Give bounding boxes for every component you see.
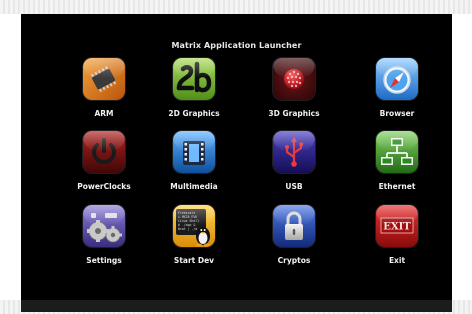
lock-icon — [273, 205, 315, 247]
app-label: Start Dev — [173, 256, 215, 265]
app-tile-cryptos[interactable]: Cryptos — [259, 205, 329, 275]
film-icon — [173, 131, 215, 173]
2d-graphics-icon — [173, 58, 215, 100]
terminal-line: Freescale — [178, 211, 195, 215]
terminal-line: #cat | ./a — [178, 227, 197, 231]
app-tile-usb[interactable]: USB — [259, 131, 329, 201]
app-tile-start-dev[interactable]: Freescale i.MX28 EVK Linux Shell # ./app… — [159, 205, 229, 275]
3d-sphere-icon — [273, 58, 315, 100]
app-tile-browser[interactable]: Browser — [362, 58, 432, 128]
app-tile-exit[interactable]: EXIT Exit — [362, 205, 432, 275]
terminal-line: i.MX28 EVK — [178, 215, 197, 219]
app-label: Browser — [379, 109, 415, 118]
app-label: Settings — [86, 256, 122, 265]
app-label: USB — [285, 182, 303, 191]
app-label: Ethernet — [378, 182, 416, 191]
terminal-penguin-icon: Freescale i.MX28 EVK Linux Shell # ./app… — [173, 205, 215, 247]
window-title: Matrix Application Launcher — [171, 41, 302, 50]
frame-top-edge — [0, 0, 472, 14]
app-tile-3d-graphics[interactable]: 3D Graphics — [259, 58, 329, 128]
app-label: ARM — [94, 109, 114, 118]
photo-frame: Matrix Application Launcher ARM 2D Graph… — [0, 0, 472, 314]
app-label: PowerClocks — [77, 182, 131, 191]
screen-bottom-bar — [21, 300, 452, 312]
terminal-line: Linux Shell — [178, 219, 199, 223]
gears-icon — [83, 205, 125, 247]
usb-icon — [273, 131, 315, 173]
app-tile-multimedia[interactable]: Multimedia — [159, 131, 229, 201]
app-label: Multimedia — [170, 182, 218, 191]
app-tile-powerclocks[interactable]: PowerClocks — [69, 131, 139, 201]
app-label: 2D Graphics — [168, 109, 220, 118]
launcher-screen: Matrix Application Launcher ARM 2D Graph… — [21, 14, 452, 300]
app-label: Exit — [388, 256, 406, 265]
power-icon — [83, 131, 125, 173]
arm-chip-icon — [83, 58, 125, 100]
app-tile-arm[interactable]: ARM — [69, 58, 139, 128]
app-tile-settings[interactable]: Settings — [69, 205, 139, 275]
app-tile-ethernet[interactable]: Ethernet — [362, 131, 432, 201]
app-tile-2d-graphics[interactable]: 2D Graphics — [159, 58, 229, 128]
network-icon — [376, 131, 418, 173]
app-label: 3D Graphics — [268, 109, 320, 118]
exit-sign-icon: EXIT — [376, 205, 418, 247]
exit-sign-text: EXIT — [383, 222, 411, 233]
app-label: Cryptos — [277, 256, 311, 265]
compass-icon — [376, 58, 418, 100]
